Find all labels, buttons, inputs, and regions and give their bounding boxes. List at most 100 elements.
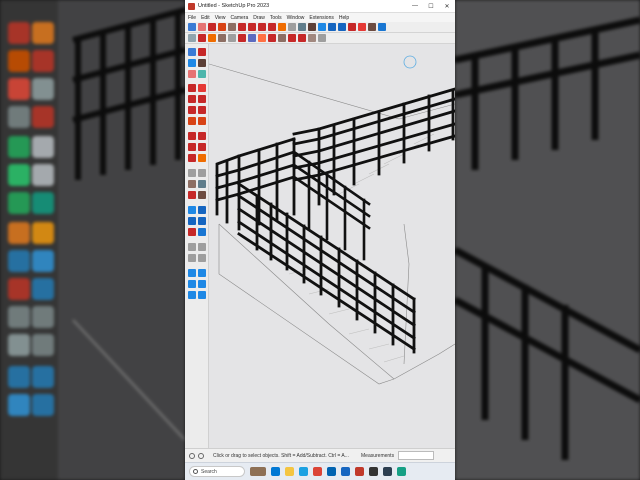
- axes-icon[interactable]: [188, 191, 196, 199]
- media-icon[interactable]: [369, 467, 378, 476]
- eraser-icon[interactable]: [198, 23, 206, 31]
- app-icon-extra[interactable]: [383, 467, 392, 476]
- menu-edit[interactable]: Edit: [201, 15, 210, 21]
- rotated-rect-icon[interactable]: [198, 95, 206, 103]
- scenes-icon[interactable]: [268, 34, 276, 42]
- shadows-icon[interactable]: [278, 34, 286, 42]
- display-section-icon[interactable]: [188, 269, 196, 277]
- menu-file[interactable]: File: [188, 15, 196, 21]
- mail-icon[interactable]: [341, 467, 350, 476]
- scale-tool-icon[interactable]: [268, 23, 276, 31]
- tape-icon[interactable]: [188, 169, 196, 177]
- widgets-icon[interactable]: [250, 467, 266, 476]
- position-camera-icon[interactable]: [188, 243, 196, 251]
- scale-icon[interactable]: [188, 154, 196, 162]
- taskbar-search[interactable]: Search: [189, 466, 245, 477]
- arc-tool-icon[interactable]: [218, 23, 226, 31]
- menu-help[interactable]: Help: [339, 15, 349, 21]
- user-icon[interactable]: [198, 452, 204, 459]
- component-make-icon[interactable]: [188, 59, 196, 67]
- app-icon-extra-2[interactable]: [397, 467, 406, 476]
- offset-icon[interactable]: [198, 154, 206, 162]
- select-icon[interactable]: [188, 48, 196, 56]
- follow-me-icon[interactable]: [238, 34, 246, 42]
- menu-extensions[interactable]: Extensions: [309, 15, 333, 21]
- shape-tool-icon[interactable]: [228, 23, 236, 31]
- section-fill-icon[interactable]: [198, 269, 206, 277]
- previous-view-icon[interactable]: [198, 228, 206, 236]
- file-explorer-icon[interactable]: [285, 467, 294, 476]
- line-icon[interactable]: [188, 84, 196, 92]
- warehouse-icon[interactable]: [358, 23, 366, 31]
- walk-tool-icon[interactable]: [198, 243, 206, 251]
- styles-icon[interactable]: [208, 34, 216, 42]
- pan-icon[interactable]: [328, 23, 336, 31]
- rotate-tool-icon[interactable]: [258, 23, 266, 31]
- protractor-icon[interactable]: [188, 180, 196, 188]
- tape-measure-icon[interactable]: [288, 23, 296, 31]
- section-icon[interactable]: [198, 254, 206, 262]
- lasso-icon[interactable]: [198, 48, 206, 56]
- orbit-tool-icon[interactable]: [188, 206, 196, 214]
- look-around-icon[interactable]: [318, 34, 326, 42]
- offset-tool-icon[interactable]: [278, 23, 286, 31]
- minimize-button[interactable]: —: [407, 3, 423, 9]
- menu-view[interactable]: View: [215, 15, 226, 21]
- shaded-icon[interactable]: [198, 291, 206, 299]
- follow-me-tool-icon[interactable]: [198, 143, 206, 151]
- rotate-icon[interactable]: [188, 143, 196, 151]
- orbit-icon[interactable]: [318, 23, 326, 31]
- push-pull-icon[interactable]: [238, 23, 246, 31]
- eraser-tool-icon[interactable]: [188, 70, 196, 78]
- menu-draw[interactable]: Draw: [253, 15, 265, 21]
- zoom-extents-tool-icon[interactable]: [188, 228, 196, 236]
- section-plane-icon[interactable]: [198, 34, 206, 42]
- move-icon[interactable]: [188, 132, 196, 140]
- sandbox-icon[interactable]: [188, 34, 196, 42]
- move-tool-icon[interactable]: [248, 23, 256, 31]
- styles-tool-icon[interactable]: [188, 280, 196, 288]
- zoom-window-icon[interactable]: [198, 217, 206, 225]
- sketchup-taskbar-icon[interactable]: [355, 467, 364, 476]
- component-icon[interactable]: [248, 34, 256, 42]
- walk-icon[interactable]: [308, 34, 316, 42]
- two-point-arc-icon[interactable]: [198, 117, 206, 125]
- wireframe-icon[interactable]: [188, 291, 196, 299]
- pan-tool-icon[interactable]: [198, 206, 206, 214]
- 3d-text-icon[interactable]: [198, 191, 206, 199]
- layout-icon[interactable]: [378, 23, 386, 31]
- zoom-tool-icon[interactable]: [188, 217, 196, 225]
- circle-icon[interactable]: [188, 106, 196, 114]
- look-around-tool-icon[interactable]: [188, 254, 196, 262]
- polygon-icon[interactable]: [198, 106, 206, 114]
- menu-camera[interactable]: Camera: [230, 15, 248, 21]
- store-icon[interactable]: [327, 467, 336, 476]
- extension-icon[interactable]: [368, 23, 376, 31]
- xray-icon[interactable]: [198, 280, 206, 288]
- text-icon[interactable]: [198, 180, 206, 188]
- zoom-icon[interactable]: [338, 23, 346, 31]
- maximize-button[interactable]: ☐: [423, 3, 439, 10]
- zoom-extents-icon[interactable]: [348, 23, 356, 31]
- fog-icon[interactable]: [288, 34, 296, 42]
- paint-icon[interactable]: [198, 59, 206, 67]
- text-tool-icon[interactable]: [298, 23, 306, 31]
- windows-icon[interactable]: [271, 467, 280, 476]
- close-button[interactable]: ✕: [439, 3, 455, 10]
- freehand-icon[interactable]: [198, 84, 206, 92]
- arc-icon[interactable]: [188, 117, 196, 125]
- intersect-icon[interactable]: [228, 34, 236, 42]
- push-pull-tool-icon[interactable]: [198, 132, 206, 140]
- camera-icon[interactable]: [298, 34, 306, 42]
- menu-window[interactable]: Window: [287, 15, 305, 21]
- 3d-viewport[interactable]: [209, 44, 455, 448]
- rectangle-icon[interactable]: [188, 95, 196, 103]
- chrome-icon[interactable]: [313, 467, 322, 476]
- info-icon[interactable]: [189, 452, 195, 459]
- tag-icon[interactable]: [198, 70, 206, 78]
- line-tool-icon[interactable]: [208, 23, 216, 31]
- solid-tools-icon[interactable]: [218, 34, 226, 42]
- dimension-icon[interactable]: [198, 169, 206, 177]
- measurements-input[interactable]: [398, 451, 435, 460]
- select-tool-icon[interactable]: [188, 23, 196, 31]
